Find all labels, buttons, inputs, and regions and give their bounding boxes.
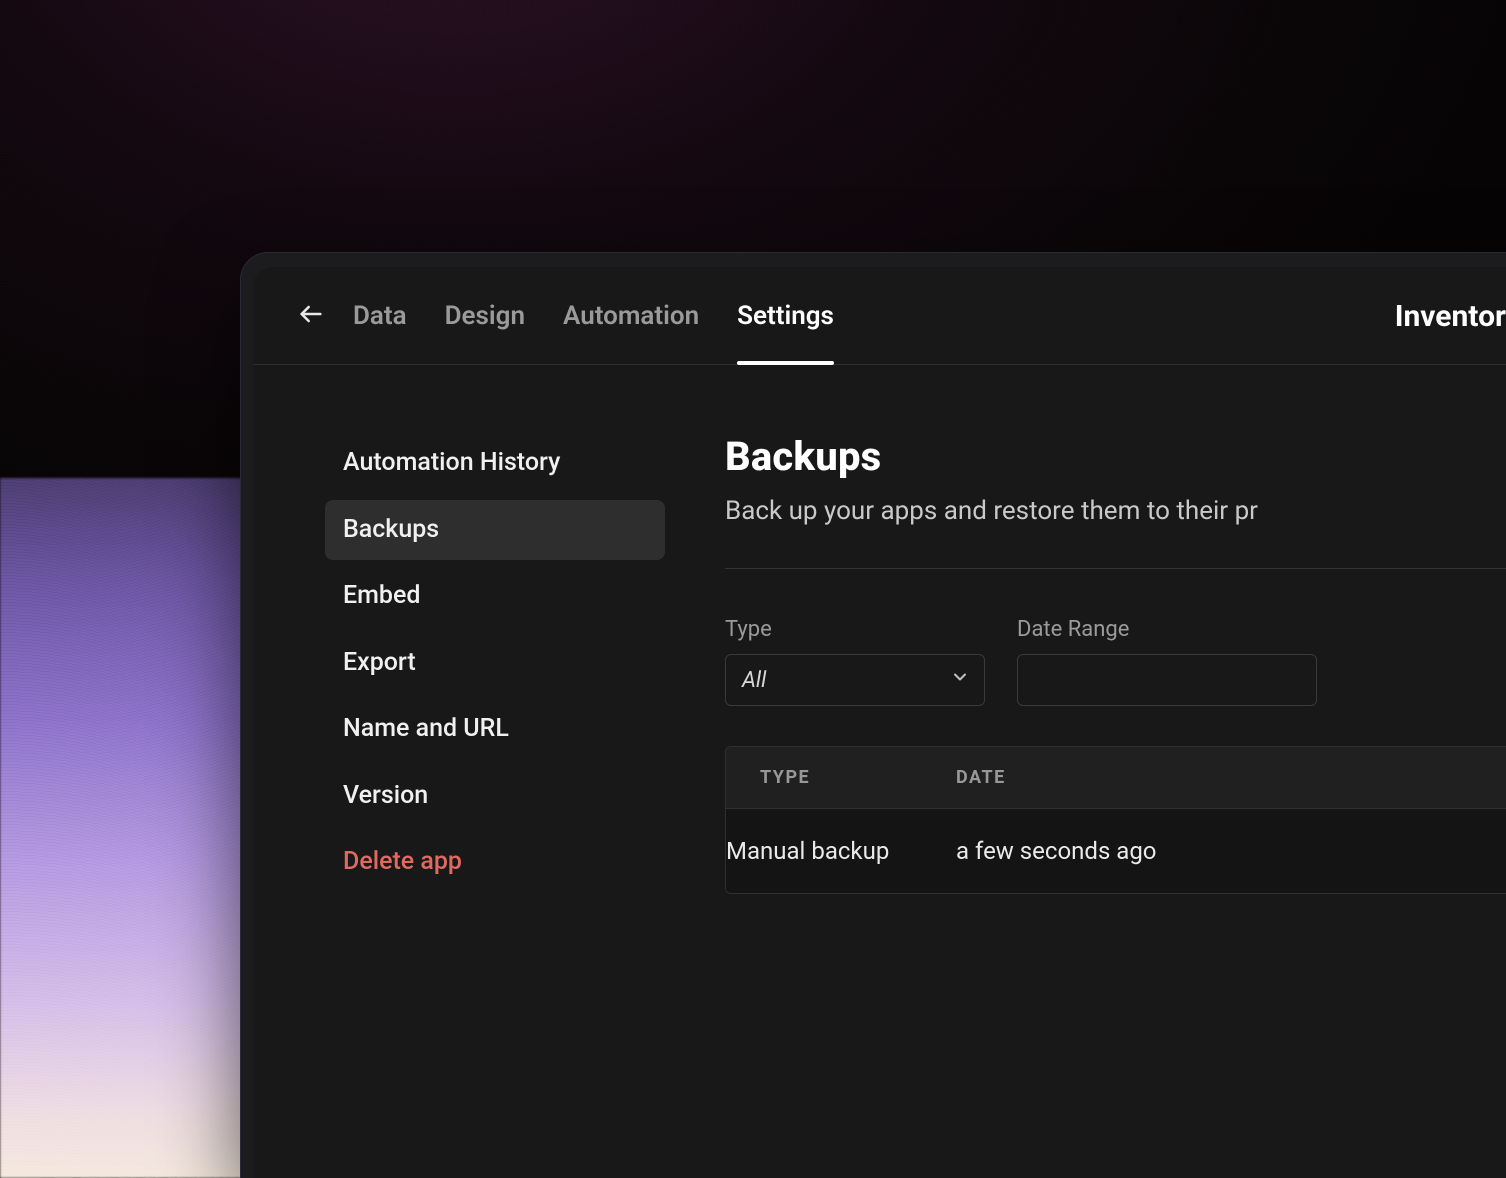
filter-date-range-label: Date Range [1017,617,1317,642]
tab-settings[interactable]: Settings [737,267,834,364]
sidebar-item-version[interactable]: Version [325,766,665,827]
sidebar-item-delete-app[interactable]: Delete app [325,832,665,893]
arrow-left-icon [297,300,325,332]
filter-row: Type All Date Range [725,617,1506,706]
filter-date-range: Date Range [1017,617,1317,706]
sidebar-item-name-url[interactable]: Name and URL [325,699,665,760]
table-header: TYPE DATE [726,747,1506,809]
page-description: Back up your apps and restore them to th… [725,496,1506,526]
td-type: Manual backup [726,809,956,893]
tab-automation[interactable]: Automation [563,267,699,364]
app-title: Inventor [1395,267,1506,365]
date-range-select[interactable] [1017,654,1317,706]
app-window-inner: Data Design Automation Settings Inventor… [253,267,1506,1178]
table-row[interactable]: Manual backup a few seconds ago [726,809,1506,893]
settings-sidebar: Automation History Backups Embed Export … [325,433,665,894]
main-panel: Backups Back up your apps and restore th… [665,433,1506,894]
chevron-down-icon [950,667,970,693]
th-date: DATE [956,747,1506,808]
sidebar-item-embed[interactable]: Embed [325,566,665,627]
page-title: Backups [725,433,1506,480]
backups-table: TYPE DATE Manual backup a few seconds ag… [725,746,1506,894]
top-bar: Data Design Automation Settings Inventor [253,267,1506,365]
content-body: Automation History Backups Embed Export … [253,365,1506,894]
sidebar-item-backups[interactable]: Backups [325,500,665,561]
type-select[interactable]: All [725,654,985,706]
sidebar-item-automation-history[interactable]: Automation History [325,433,665,494]
filter-type-label: Type [725,617,985,642]
app-window: Data Design Automation Settings Inventor… [240,252,1506,1178]
divider [725,568,1506,569]
type-select-value: All [742,668,766,693]
th-type: TYPE [726,747,956,808]
tab-design[interactable]: Design [445,267,525,364]
tab-data[interactable]: Data [353,267,407,364]
sidebar-item-export[interactable]: Export [325,633,665,694]
td-date: a few seconds ago [956,809,1506,893]
filter-type: Type All [725,617,985,706]
top-tabs: Data Design Automation Settings [353,267,834,364]
back-button[interactable] [293,298,329,334]
